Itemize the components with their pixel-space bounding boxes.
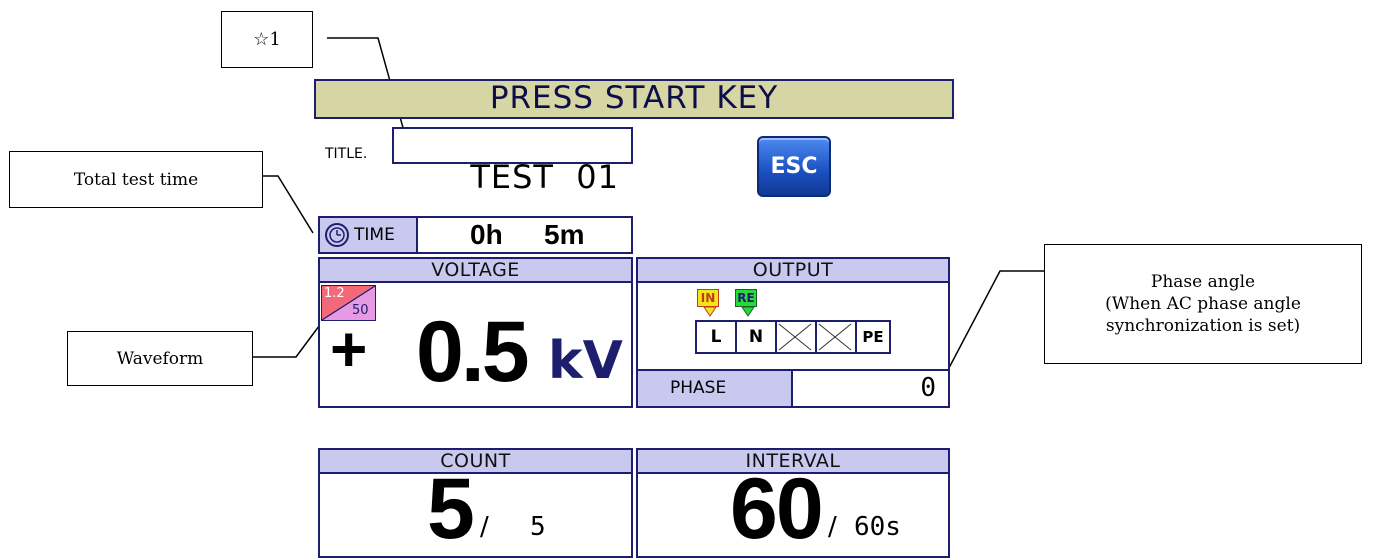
count-panel: COUNT 5 / 5 [318,448,633,558]
title-label: TITLE. [325,146,368,162]
star-note-text: ☆1 [253,29,281,50]
cross-icon [818,323,852,351]
terminal-pe[interactable]: PE [857,322,889,352]
waveform-text: Waveform [116,348,204,369]
cross-icon [778,323,812,351]
time-hours: 0h [470,219,503,250]
clock-icon [325,223,349,247]
interval-panel: INTERVAL 60 / 60s [636,448,950,558]
interval-separator: / [828,512,837,542]
waveform-callout: Waveform [67,331,253,386]
in-tag: IN [697,289,719,307]
voltage-panel: VOLTAGE 1.2 50 + 0.5 kV [318,257,633,408]
output-panel: OUTPUT IN RE L N PE PHASE 0 [636,257,950,408]
terminal-l[interactable]: L [697,322,737,352]
phase-label: PHASE [638,371,793,406]
time-label: TIME [354,225,395,245]
terminal-disabled-3[interactable] [777,322,817,352]
esc-button[interactable]: ESC [757,136,831,197]
voltage-value: 0.5 [416,304,530,400]
count-separator: / [480,512,489,542]
tag-pointers [703,307,755,317]
phase-angle-line2: (When AC phase angle [1105,294,1301,314]
time-box: TIME 0h 5m [318,216,633,254]
phase-angle-callout: Phase angle (When AC phase angle synchro… [1044,244,1362,364]
time-minutes: 5m [544,219,585,250]
waveform-rise: 1.2 [324,286,345,301]
esc-label: ESC [770,154,818,179]
re-tag: RE [735,289,757,307]
phase-angle-line1: Phase angle [1150,272,1256,292]
interval-current: 60 [730,461,824,557]
phase-value: 0 [920,373,936,403]
count-total: 5 [530,512,546,542]
title-field[interactable]: TEST 01 [392,127,633,193]
count-current: 5 [427,461,475,557]
terminal-n[interactable]: N [737,322,777,352]
output-header: OUTPUT [638,259,948,283]
total-test-time-text: Total test time [73,169,199,190]
interval-total: 60s [854,512,901,542]
terminal-disabled-4[interactable] [817,322,857,352]
status-banner-text: PRESS START KEY [489,80,779,116]
terminal-strip: L N PE [695,320,891,354]
total-test-time-callout: Total test time [9,151,263,208]
status-banner: PRESS START KEY [314,79,954,119]
voltage-unit: kV [548,331,623,391]
phase-angle-line3: synchronization is set) [1105,316,1301,336]
voltage-header: VOLTAGE [320,259,631,283]
phase-row: PHASE 0 [638,369,948,406]
count-header: COUNT [320,450,631,474]
title-value: TEST 01 [470,158,619,196]
star-note-callout: ☆1 [221,11,313,68]
voltage-sign: + [330,313,368,385]
